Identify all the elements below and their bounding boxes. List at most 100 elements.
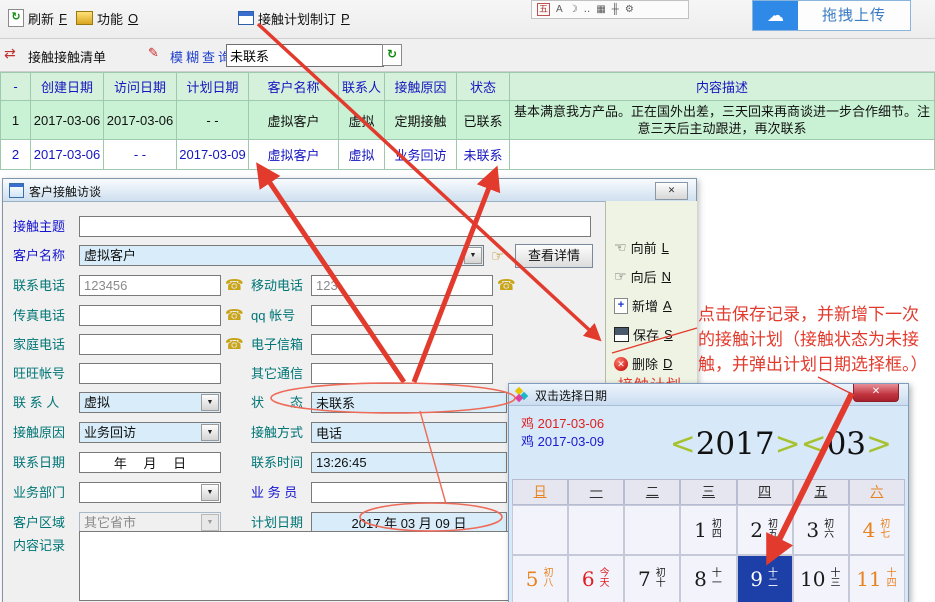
salesman-field[interactable]: [311, 482, 507, 503]
day-cell-4[interactable]: 4初七: [849, 505, 905, 555]
phone-icon[interactable]: ☎: [225, 335, 244, 353]
day-cell-1[interactable]: 1初四: [680, 505, 736, 555]
other-comm-input[interactable]: [311, 363, 493, 384]
contact-date-field[interactable]: [79, 452, 221, 473]
record-label: 内容记录: [13, 535, 65, 556]
grid-icon[interactable]: ▦: [596, 4, 605, 15]
next-month-icon[interactable]: >: [866, 426, 892, 462]
cell-visit-date[interactable]: 2017-03-06: [104, 101, 177, 140]
cell-plan-date[interactable]: 2017-03-09: [177, 140, 249, 170]
cell-create-date[interactable]: 2017-03-06: [31, 140, 104, 170]
pen-icon[interactable]: ✎: [148, 45, 159, 61]
search-input[interactable]: [226, 44, 384, 67]
day-cell[interactable]: [512, 505, 568, 555]
year-value: 2017: [696, 426, 775, 462]
save-button[interactable]: 保存S: [614, 325, 673, 344]
gear-icon[interactable]: ⚙: [625, 4, 634, 15]
fax-input[interactable]: [79, 305, 221, 326]
cell-plan-date[interactable]: - -: [177, 101, 249, 140]
chevron-down-icon[interactable]: ▼: [201, 394, 219, 411]
row-number[interactable]: 1: [1, 101, 31, 140]
day-cell-10[interactable]: 10十三: [793, 555, 849, 602]
refresh-button[interactable]: ↻ 刷新F: [8, 8, 67, 28]
add-button[interactable]: + 新增A: [614, 296, 672, 315]
chevron-down-icon[interactable]: ▼: [201, 484, 219, 501]
day-cell-5[interactable]: 5初八: [512, 555, 568, 602]
phone-icon[interactable]: ☎: [497, 276, 516, 294]
status-field[interactable]: [311, 392, 507, 413]
calendar-titlebar[interactable]: 双击选择日期: [509, 384, 908, 406]
day-cell-8[interactable]: 8十一: [680, 555, 736, 602]
phone-icon[interactable]: ☎: [225, 306, 244, 324]
view-detail-button[interactable]: 查看详情: [515, 244, 593, 268]
contact-person-combobox[interactable]: 虚拟 ▼: [79, 392, 221, 413]
forward-button[interactable]: ☜ 向前L: [614, 238, 669, 257]
day-cell-6-today[interactable]: 6今天: [568, 555, 624, 602]
row-number[interactable]: 2: [1, 140, 31, 170]
day-cell-3[interactable]: 3初六: [793, 505, 849, 555]
customer-combobox[interactable]: 虚拟客户 ▼: [79, 245, 484, 266]
table-row[interactable]: 2 2017-03-06 - - 2017-03-09 虚拟客户 虚拟 业务回访…: [1, 140, 935, 170]
annotation-note: 点击保存记录，并新增下一次 的接触计划（接触状态为未接 触，并弹出计划日期选择框…: [698, 302, 934, 377]
contact-time-field[interactable]: [311, 452, 507, 473]
chevron-down-icon[interactable]: ▼: [464, 247, 482, 264]
cell-contact[interactable]: 虚拟: [339, 101, 385, 140]
cell-create-date[interactable]: 2017-03-06: [31, 101, 104, 140]
stamp-icon[interactable]: 五: [537, 3, 550, 16]
more-icon[interactable]: ‥: [584, 4, 591, 15]
function-button[interactable]: 功能O: [76, 8, 138, 28]
phone-icon[interactable]: ☎: [225, 276, 244, 294]
email-input[interactable]: [311, 334, 493, 355]
phone-input[interactable]: [79, 275, 221, 296]
prev-month-icon[interactable]: <: [801, 426, 827, 462]
year-month-selector[interactable]: <2017><03>: [670, 426, 892, 462]
columns-icon[interactable]: ╫: [612, 4, 619, 15]
next-year-icon[interactable]: >: [775, 426, 801, 462]
cell-reason[interactable]: 业务回访: [385, 140, 457, 170]
forward-hotkey: L: [662, 240, 669, 255]
cell-reason[interactable]: 定期接触: [385, 101, 457, 140]
reason-combobox[interactable]: 业务回访 ▼: [79, 422, 221, 443]
cell-visit-date[interactable]: - -: [104, 140, 177, 170]
dialog-titlebar[interactable]: 客户接触访谈 ✕: [3, 179, 696, 202]
method-field[interactable]: [311, 422, 507, 443]
qq-input[interactable]: [311, 305, 493, 326]
moon-icon[interactable]: ☽: [569, 4, 578, 15]
cell-status[interactable]: 未联系: [457, 140, 510, 170]
home-phone-input[interactable]: [79, 334, 221, 355]
close-icon[interactable]: ✕: [655, 182, 688, 200]
hand-point-icon[interactable]: ☞: [491, 247, 504, 265]
cell-customer[interactable]: 虚拟客户: [249, 101, 339, 140]
col-header: 联系人: [339, 73, 385, 101]
cell-status[interactable]: 已联系: [457, 101, 510, 140]
topic-input[interactable]: [79, 216, 591, 237]
delete-hotkey: D: [663, 356, 672, 371]
cell-description[interactable]: 基本满意我方产品。正在国外出差，三天回来再商谈进一步合作细节。注意三天后主动跟进…: [510, 101, 935, 140]
plan-date-field[interactable]: [311, 512, 507, 533]
prev-year-icon[interactable]: <: [670, 426, 696, 462]
wangwang-input[interactable]: [79, 363, 221, 384]
fuzzy-query-link[interactable]: 模糊查询: [170, 47, 234, 66]
day-cell-11[interactable]: 11十四: [849, 555, 905, 602]
day-cell-9-selected[interactable]: 9十二: [737, 555, 793, 602]
drag-upload-button[interactable]: ☁ 拖拽上传: [752, 0, 911, 31]
font-icon[interactable]: A: [556, 4, 563, 15]
cell-description[interactable]: [510, 140, 935, 170]
department-combobox[interactable]: ▼: [79, 482, 221, 503]
day-cell[interactable]: [624, 505, 680, 555]
swap-arrows-icon[interactable]: ⇄: [4, 45, 16, 62]
chevron-down-icon[interactable]: ▼: [201, 424, 219, 441]
qq-label: qq 帐号: [251, 305, 295, 326]
close-icon[interactable]: ✕: [853, 384, 899, 402]
cell-contact[interactable]: 虚拟: [339, 140, 385, 170]
mobile-input[interactable]: [311, 275, 493, 296]
day-cell-2[interactable]: 2初五: [737, 505, 793, 555]
contact-plan-button[interactable]: 接触计划制订P: [238, 8, 350, 28]
cell-customer[interactable]: 虚拟客户: [249, 140, 339, 170]
search-refresh-button[interactable]: ↻: [382, 44, 402, 66]
table-row[interactable]: 1 2017-03-06 2017-03-06 - - 虚拟客户 虚拟 定期接触…: [1, 101, 935, 140]
day-cell-7[interactable]: 7初十: [624, 555, 680, 602]
day-cell[interactable]: [568, 505, 624, 555]
delete-button[interactable]: ✕ 删除D: [614, 354, 672, 373]
backward-button[interactable]: ☞ 向后N: [614, 267, 671, 286]
